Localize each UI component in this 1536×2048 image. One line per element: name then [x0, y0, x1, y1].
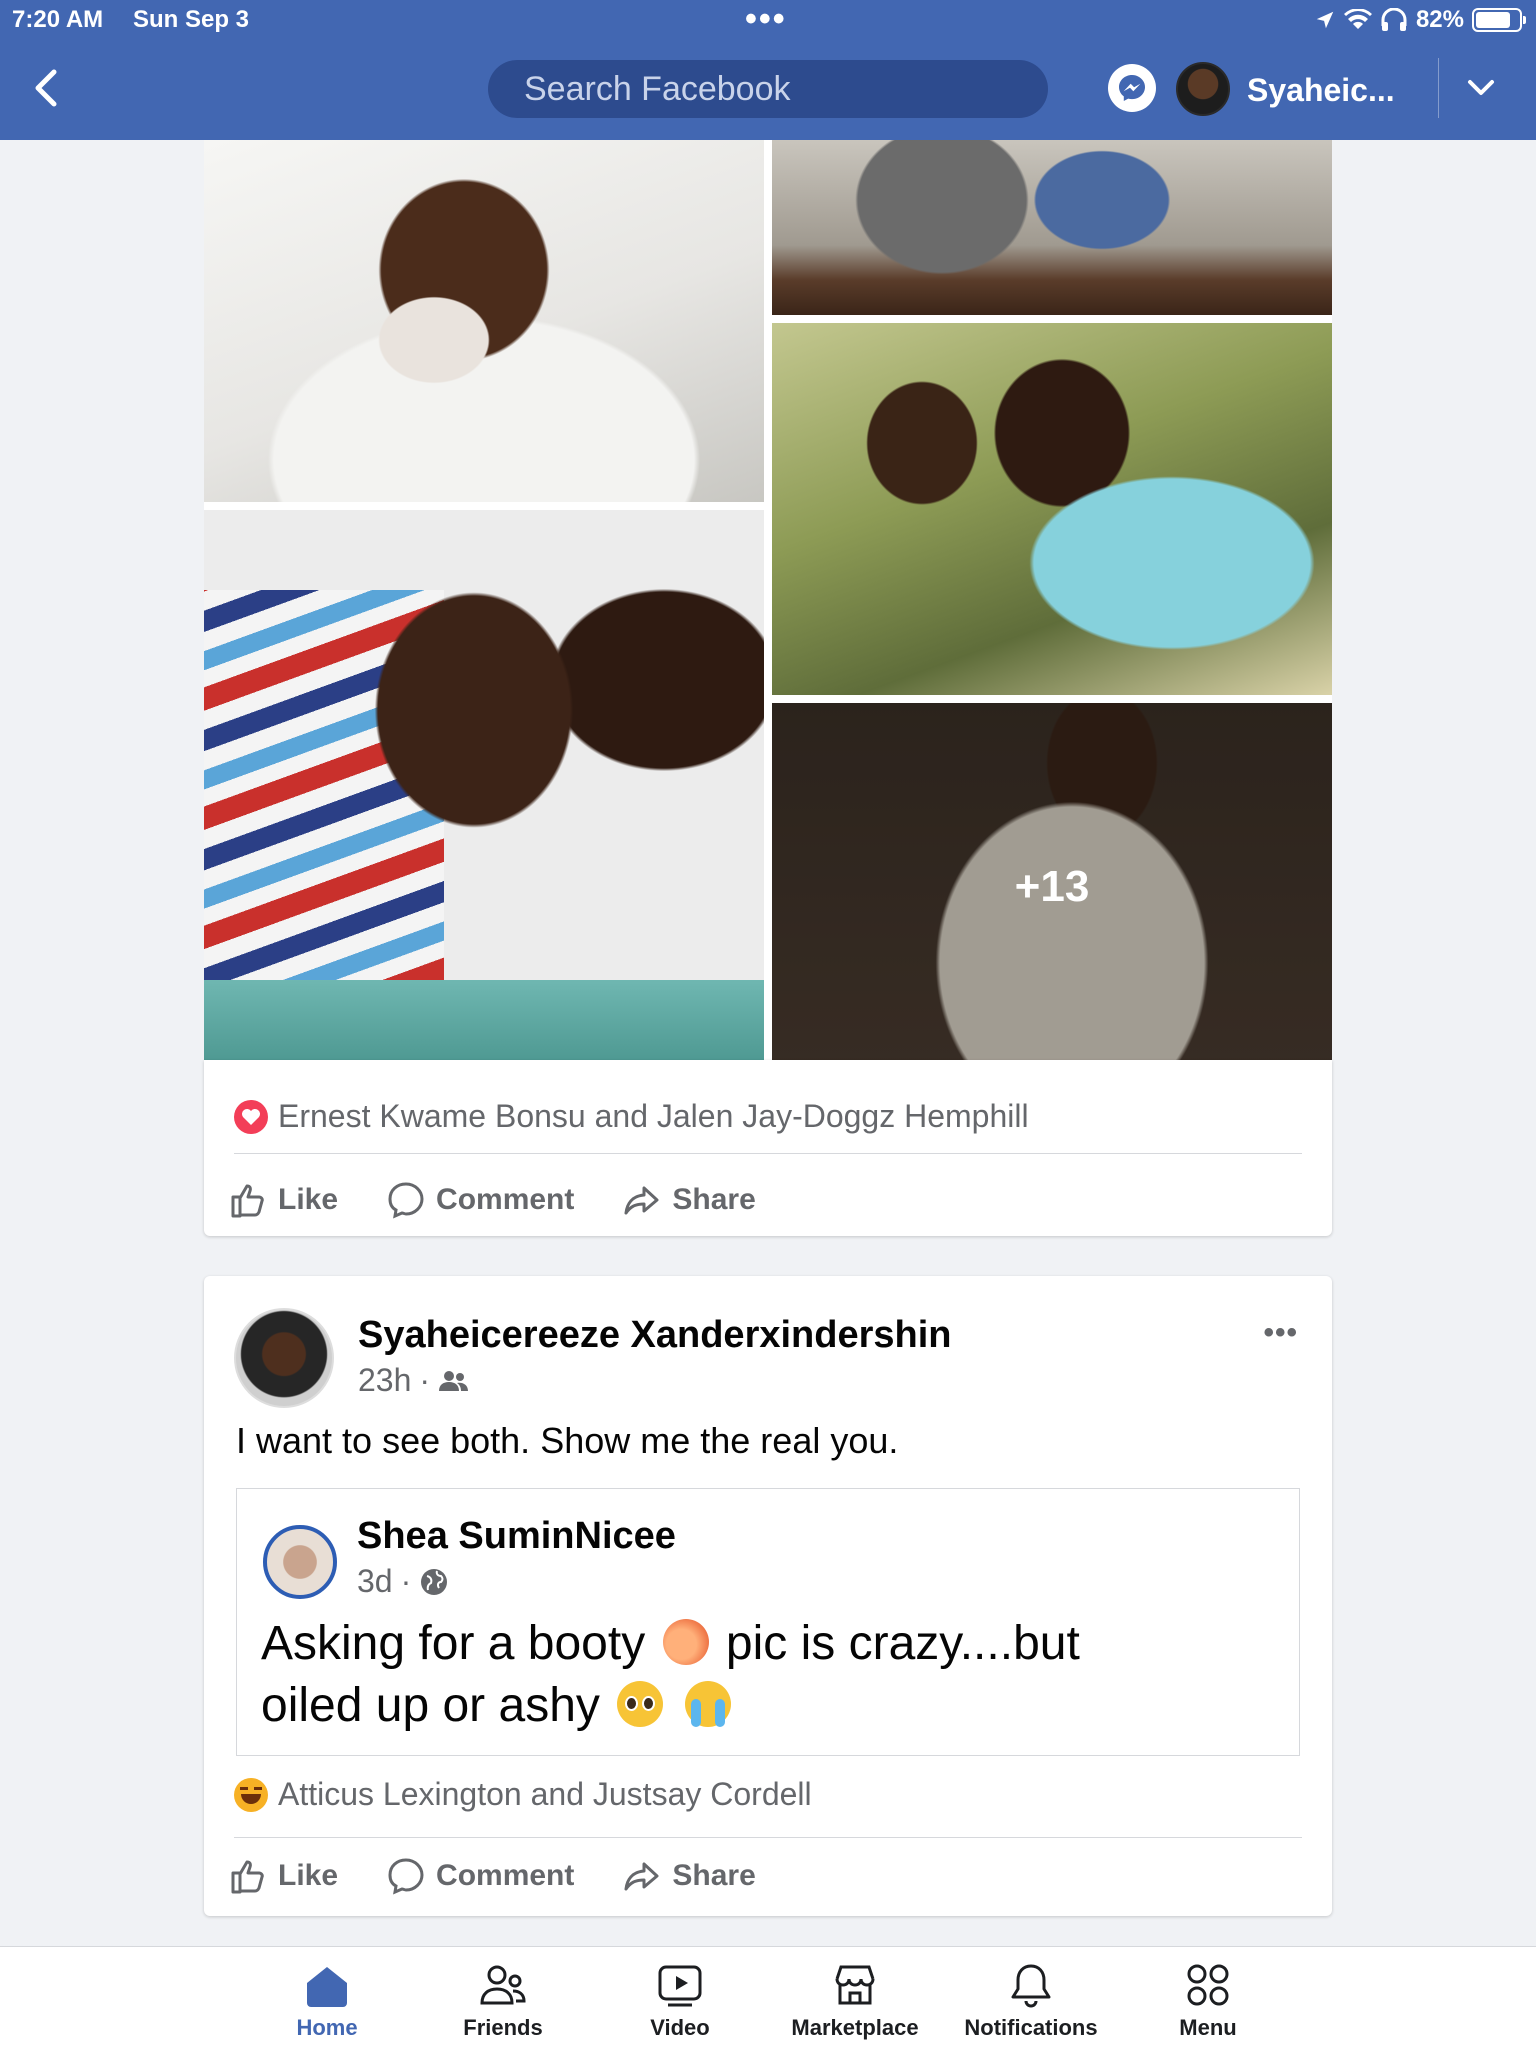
bell-icon: [1011, 1964, 1051, 2008]
divider: [234, 1153, 1302, 1154]
shared-text: Asking for a booty pic is crazy....but o…: [261, 1613, 1271, 1737]
photo-man-laughing[interactable]: [204, 140, 764, 502]
back-arrow-icon[interactable]: [30, 68, 66, 108]
post-actions-2: Like Comment Share: [228, 1856, 804, 1896]
wifi-icon: [1343, 9, 1372, 29]
tab-notifications[interactable]: Notifications: [941, 1961, 1121, 2041]
tab-marketplace-label: Marketplace: [791, 2015, 919, 2040]
photo-boy-smiling[interactable]: [204, 510, 764, 1070]
comment-button[interactable]: Comment: [386, 1856, 574, 1896]
author-avatar[interactable]: [234, 1308, 334, 1408]
messenger-icon[interactable]: [1108, 64, 1156, 112]
like-label: Like: [278, 1183, 339, 1216]
battery-icon: [1472, 8, 1526, 32]
shared-meta: 3d ·: [357, 1563, 449, 1600]
tab-notifications-label: Notifications: [964, 2015, 1098, 2040]
shared-time[interactable]: 3d: [357, 1563, 393, 1600]
reactions-names-2: Atticus Lexington and Justsay Cordell: [278, 1776, 812, 1812]
comment-label: Comment: [436, 1859, 575, 1892]
share-icon: [624, 1186, 659, 1215]
photo-father-hug[interactable]: [772, 323, 1332, 695]
haha-icon: [234, 1777, 268, 1812]
comment-icon: [388, 1858, 424, 1895]
like-button[interactable]: Like: [228, 1180, 338, 1220]
profile-avatar[interactable]: [1176, 62, 1230, 116]
shared-author-avatar[interactable]: [263, 1525, 337, 1599]
comment-label: Comment: [436, 1183, 575, 1216]
search-input[interactable]: Search Facebook: [488, 60, 1048, 118]
reactions-summary-2[interactable]: Atticus Lexington and Justsay Cordell: [234, 1776, 812, 1813]
post-meta: 23h ·: [358, 1362, 470, 1399]
crying-face-emoji-icon: [684, 1681, 731, 1727]
menu-grid-icon: [1187, 1964, 1229, 2006]
search-placeholder: Search Facebook: [524, 69, 791, 108]
shared-text-part3: oiled up or ashy: [261, 1679, 600, 1732]
peach-emoji-icon: [662, 1619, 709, 1665]
pleading-face-emoji-icon: [617, 1681, 664, 1727]
comment-button[interactable]: Comment: [386, 1180, 574, 1220]
bottom-navigation: Home Friends Video Marketplace Notificat…: [0, 1946, 1536, 2048]
friends-icon: [480, 1965, 526, 2005]
reactions-names: Ernest Kwame Bonsu and Jalen Jay-Doggz H…: [278, 1098, 1029, 1134]
post-time[interactable]: 23h: [358, 1362, 411, 1399]
photo-father-son-writing[interactable]: [772, 140, 1332, 315]
reactions-summary[interactable]: Ernest Kwame Bonsu and Jalen Jay-Doggz H…: [234, 1098, 1029, 1135]
top-bar: 7:20 AM Sun Sep 3 ••• 82% Search Faceboo…: [0, 0, 1536, 140]
post-card-1-footer: Ernest Kwame Bonsu and Jalen Jay-Doggz H…: [204, 1060, 1332, 1236]
shared-post[interactable]: Shea SuminNicee 3d · Asking for a booty …: [236, 1488, 1300, 1756]
tab-video-label: Video: [650, 2015, 710, 2040]
video-icon: [658, 1965, 702, 2007]
friends-icon: [439, 1370, 469, 1391]
love-icon: [234, 1099, 268, 1134]
photo-collage: +13: [204, 140, 1332, 1070]
photo-more[interactable]: +13: [772, 703, 1332, 1070]
post-actions: Like Comment Share: [228, 1180, 804, 1220]
post-card-2: Syaheicereeze Xanderxindershin 23h · •••…: [204, 1276, 1332, 1916]
header-divider: [1438, 58, 1439, 118]
thumbs-up-icon: [231, 1860, 264, 1894]
location-icon: [1316, 11, 1334, 29]
post-author[interactable]: Syaheicereeze Xanderxindershin: [358, 1314, 952, 1357]
shared-text-part1: Asking for a booty: [261, 1617, 646, 1670]
tab-home-label: Home: [296, 2015, 358, 2040]
marketplace-icon: [835, 1965, 875, 2005]
share-label: Share: [672, 1183, 756, 1216]
profile-name[interactable]: Syaheic...: [1247, 72, 1395, 109]
share-button[interactable]: Share: [622, 1856, 756, 1896]
share-label: Share: [672, 1859, 756, 1892]
more-options-icon[interactable]: •••: [1263, 1316, 1298, 1350]
tab-marketplace[interactable]: Marketplace: [765, 1961, 945, 2041]
multitasking-dots-icon[interactable]: •••: [745, 0, 787, 39]
like-label: Like: [278, 1859, 339, 1892]
divider: [234, 1837, 1302, 1838]
like-button[interactable]: Like: [228, 1856, 338, 1896]
comment-icon: [388, 1182, 424, 1219]
globe-icon: [421, 1568, 448, 1595]
status-time: 7:20 AM: [12, 6, 104, 33]
post-text: I want to see both. Show me the real you…: [236, 1420, 899, 1461]
shared-author[interactable]: Shea SuminNicee: [357, 1515, 676, 1558]
tab-menu-label: Menu: [1179, 2015, 1237, 2040]
shared-text-part2: pic is crazy....but: [725, 1617, 1080, 1670]
more-photos-count: +13: [772, 703, 1332, 1070]
tab-home[interactable]: Home: [237, 1961, 417, 2041]
battery-percent: 82%: [1415, 6, 1464, 33]
chevron-down-icon[interactable]: [1466, 78, 1496, 98]
headphones-icon: [1381, 8, 1407, 31]
tab-video[interactable]: Video: [590, 1961, 770, 2041]
share-button[interactable]: Share: [622, 1180, 756, 1220]
status-date: Sun Sep 3: [133, 6, 250, 33]
thumbs-up-icon: [231, 1184, 264, 1218]
home-icon: [307, 1967, 347, 2007]
tab-friends[interactable]: Friends: [413, 1961, 593, 2041]
status-right: 82%: [1314, 6, 1526, 34]
tab-friends-label: Friends: [463, 2015, 543, 2040]
share-icon: [624, 1862, 659, 1891]
tab-menu[interactable]: Menu: [1118, 1961, 1298, 2041]
